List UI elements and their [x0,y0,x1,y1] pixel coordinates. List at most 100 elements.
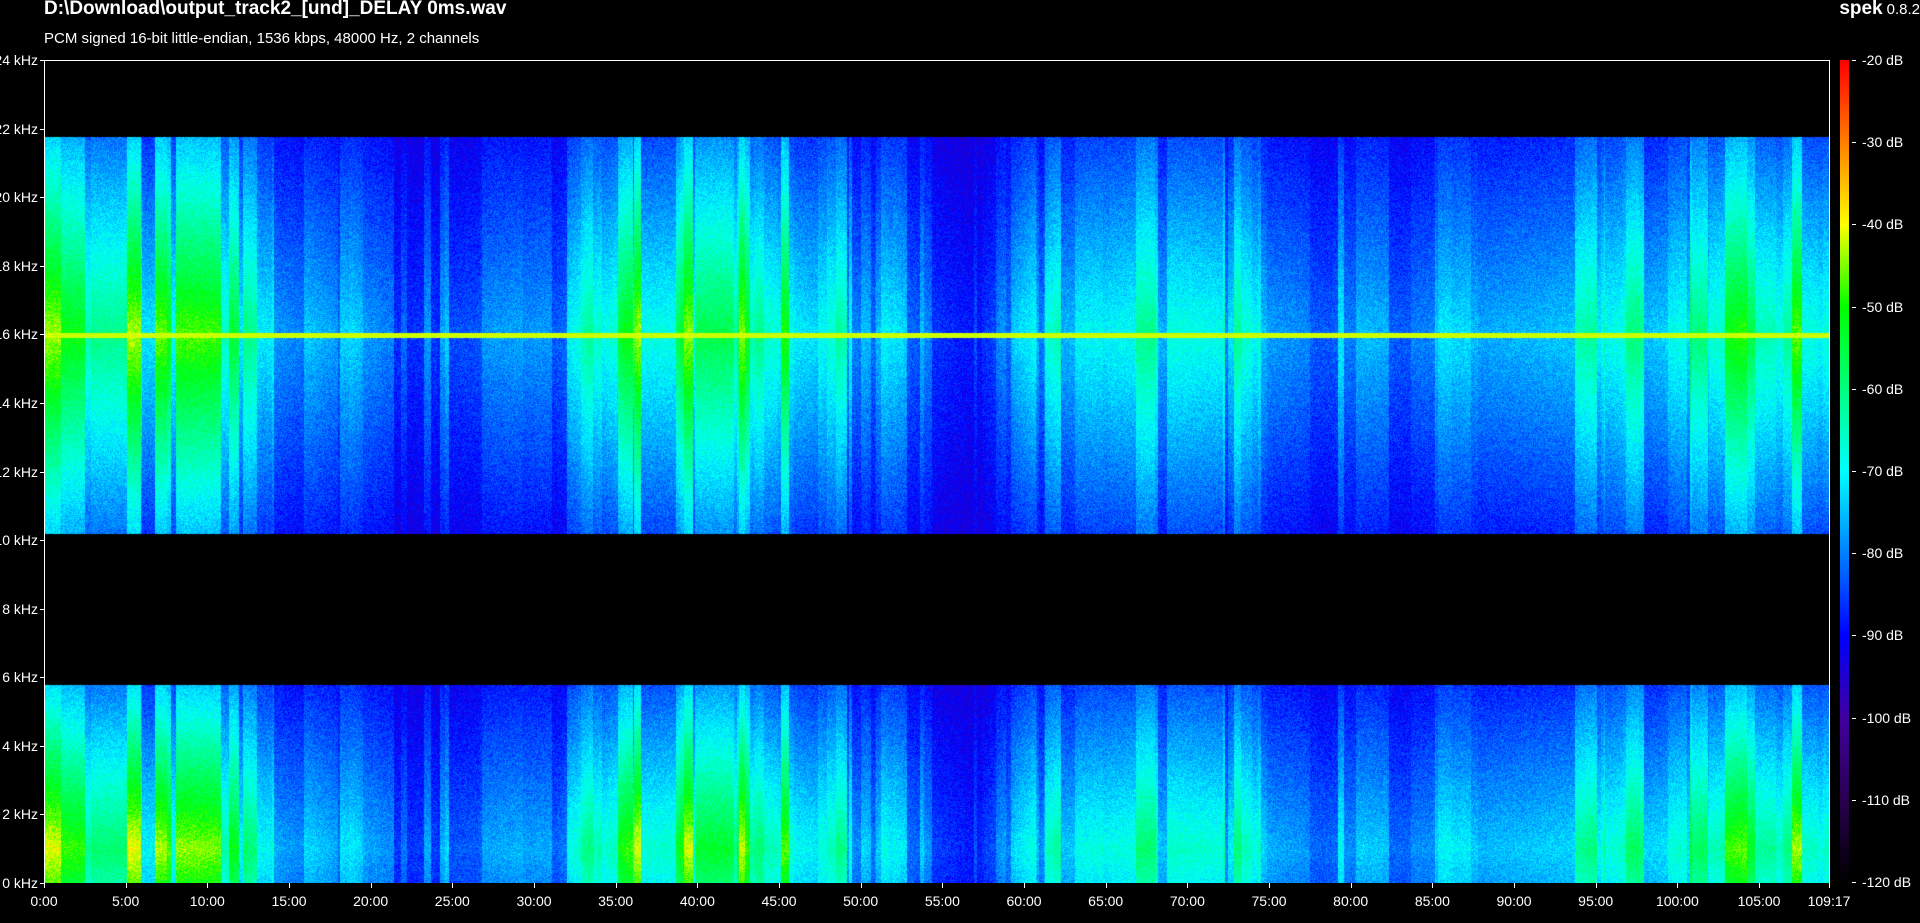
y-tick [40,814,44,816]
x-tick-label: 95:00 [1578,893,1614,909]
x-tick-label: 80:00 [1333,893,1369,909]
x-tick-label: 90:00 [1496,893,1532,909]
app-version: 0.8.2 [1886,1,1920,18]
x-tick [1595,883,1597,888]
colorbar-tick [1852,717,1856,719]
colorbar-tick [1852,882,1856,883]
colorbar [1840,60,1849,883]
x-tick-label: 20:00 [353,893,389,909]
x-tick [534,883,535,888]
x-tick [1350,883,1352,888]
y-tick-label: 8 kHz [2,600,38,617]
x-tick [1514,883,1516,888]
x-tick-label: 109:17 [1807,893,1851,909]
x-tick [1432,883,1434,888]
y-tick-label: 24 kHz [0,52,38,68]
plot-frame [44,60,1830,883]
file-title: D:\Download\output_track2_[und]_DELAY 0m… [44,0,507,19]
x-tick-label: 40:00 [679,893,715,909]
app-brand: spek 0.8.2 [1839,0,1920,20]
x-tick-label: 75:00 [1251,893,1287,909]
y-tick [40,745,44,747]
x-tick [1269,883,1271,888]
y-tick [40,608,44,610]
x-tick [44,883,45,888]
x-tick [615,883,617,888]
x-tick-label: 50:00 [843,893,879,909]
y-tick [40,128,44,130]
colorbar-tick [1852,60,1856,61]
x-tick-label: 0:00 [30,893,58,909]
colorbar-tick [1852,306,1856,308]
y-tick-label: 6 kHz [2,669,38,686]
x-tick [1105,883,1107,888]
y-tick [40,197,44,199]
colorbar-tick-label: -30 dB [1862,134,1904,151]
y-tick [40,60,44,61]
x-tick-label: 45:00 [761,893,797,909]
colorbar-tick [1852,224,1856,226]
y-tick-label: 4 kHz [2,737,38,754]
x-tick [125,883,127,888]
x-tick [289,883,290,888]
colorbar-tick-label: -100 dB [1862,709,1912,726]
x-tick-label: 70:00 [1169,893,1205,909]
x-tick [370,883,372,888]
x-tick [860,883,862,888]
colorbar-tick-label: -90 dB [1862,627,1904,644]
colorbar-tick-label: -70 dB [1862,463,1904,479]
y-tick [40,471,44,473]
x-tick [452,883,454,888]
file-info: PCM signed 16-bit little-endian, 1536 kb… [44,30,480,47]
y-tick-label: 18 kHz [0,257,38,274]
colorbar-tick [1852,553,1856,555]
app-name: spek [1839,0,1883,19]
x-tick-label: 105:00 [1737,893,1781,909]
colorbar-tick-label: -80 dB [1862,545,1904,562]
x-tick [1024,883,1026,888]
x-tick-label: 55:00 [924,893,960,909]
colorbar-tick [1852,635,1856,637]
colorbar-tick [1852,799,1856,801]
colorbar-tick-label: -60 dB [1862,380,1904,397]
y-tick [40,265,44,267]
x-tick-label: 15:00 [271,893,307,909]
colorbar-tick-label: -120 dB [1862,874,1912,890]
colorbar-tick [1852,388,1856,390]
colorbar-tick [1852,142,1856,144]
y-tick-label: 16 kHz [0,326,38,343]
x-tick [779,883,781,888]
x-tick [1829,883,1830,888]
x-tick [1187,883,1189,888]
x-tick-label: 100:00 [1655,893,1699,909]
colorbar-tick [1852,471,1856,472]
y-tick-label: 22 kHz [0,120,38,137]
y-tick-label: 12 kHz [0,463,38,480]
x-tick-label: 85:00 [1414,893,1450,909]
y-tick-label: 0 kHz [2,875,38,891]
colorbar-tick-label: -50 dB [1862,298,1904,315]
x-tick-label: 5:00 [112,893,140,909]
colorbar-tick-label: -110 dB [1862,791,1910,808]
x-tick-label: 30:00 [516,893,552,909]
x-tick-label: 60:00 [1006,893,1042,909]
colorbar-tick-label: -40 dB [1862,216,1904,233]
x-tick [697,883,699,888]
y-tick [40,334,44,336]
y-tick [40,540,44,542]
x-tick-label: 25:00 [434,893,470,909]
y-tick-label: 20 kHz [0,189,38,206]
colorbar-tick-label: -20 dB [1862,52,1904,68]
y-tick-label: 14 kHz [0,394,38,411]
x-tick [1677,883,1679,888]
y-tick [40,677,44,679]
x-tick-label: 35:00 [598,893,634,909]
x-tick [207,883,209,888]
x-tick [1759,883,1761,888]
x-tick-label: 10:00 [189,893,225,909]
x-tick [942,883,944,888]
y-tick-label: 2 kHz [2,806,38,823]
y-tick-label: 10 kHz [0,532,38,549]
y-tick [40,402,44,404]
x-tick-label: 65:00 [1088,893,1124,909]
